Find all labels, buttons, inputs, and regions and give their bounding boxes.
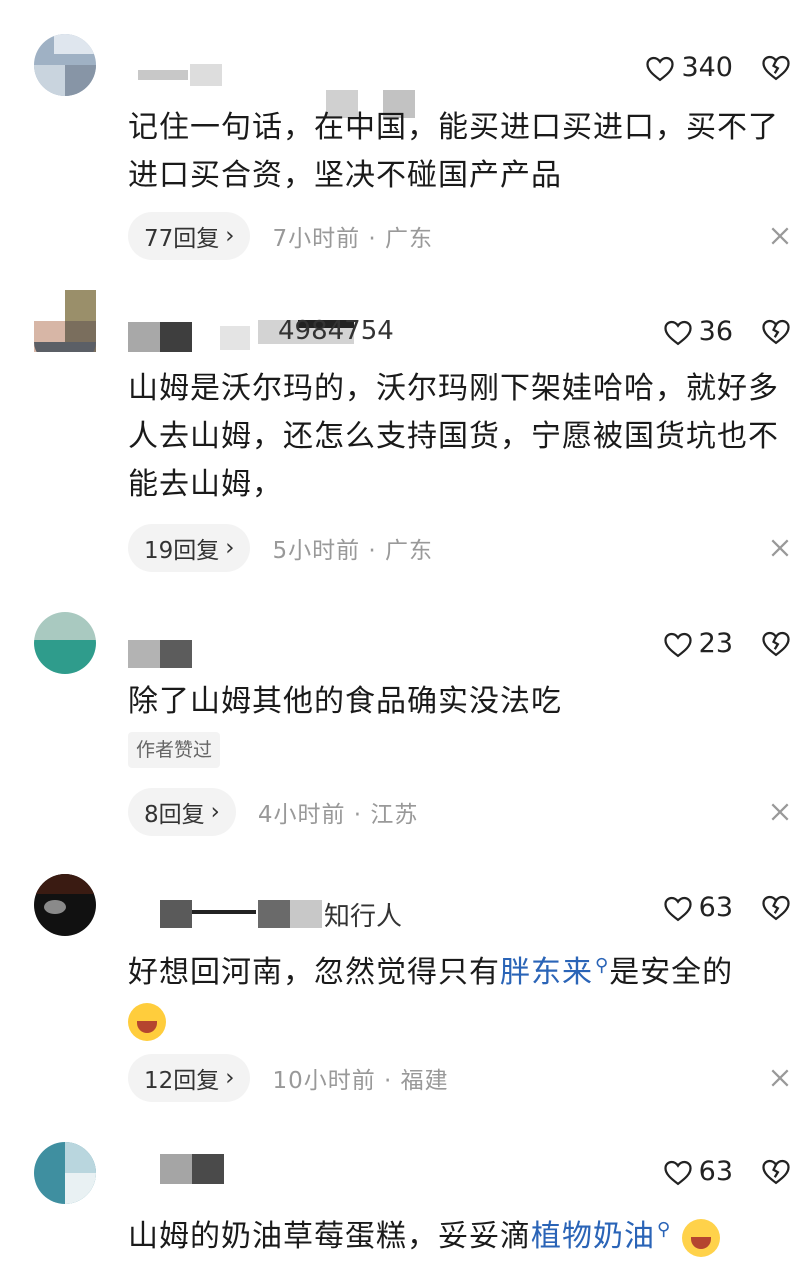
heart-outline-icon [664,896,692,921]
close-icon[interactable] [769,537,791,559]
like-button[interactable]: 36 [663,316,733,347]
like-count: 340 [681,52,733,83]
search-icon: ⚲ [595,955,610,976]
heart-outline-icon [664,320,692,345]
close-icon[interactable] [769,225,791,247]
comment-meta: 19回复 › 5小时前 · 广东 [128,524,433,572]
like-count: 63 [698,892,733,923]
avatar[interactable] [34,612,96,674]
reply-button[interactable]: 8回复 › [128,788,236,836]
broken-heart-icon[interactable] [761,316,791,346]
username[interactable]: 4984754 [128,316,398,352]
laughing-crying-emoji-icon [128,1002,166,1041]
comment-meta: 77回复 › 7小时前 · 广东 [128,212,433,260]
username-text: 4984754 [278,316,394,346]
topic-link[interactable]: 胖东来 [500,955,593,990]
reply-count: 12回复 [144,1068,220,1094]
avatar[interactable] [34,874,96,936]
time-location: 5小时前 · 广东 [272,538,434,564]
comment-text: 山姆的奶油草莓蛋糕，妥妥滴植物奶油 ⚲ [128,1206,788,1261]
like-button[interactable]: 340 [645,52,733,83]
reply-button[interactable]: 19回复 › [128,524,251,572]
comment-text-part: 好想回河南，忽然觉得只有 [128,955,500,990]
username[interactable] [128,1154,258,1190]
username[interactable] [128,60,458,118]
crying-emoji-icon [681,1218,720,1257]
chevron-right-icon: › [225,1065,235,1091]
comment-meta: 8回复 › 4小时前 · 江苏 [128,788,418,836]
heart-outline-icon [664,632,692,657]
comment-item: 23 除了山姆其他的食品确实没法吃 作者赞过 8回复 › 4小时前 · 江苏 [0,608,803,868]
search-icon: ⚲ [657,1219,672,1240]
avatar[interactable] [34,34,96,96]
chevron-right-icon: › [210,799,220,825]
reply-count: 77回复 [144,226,220,252]
close-icon[interactable] [769,1067,791,1089]
comment-item: 340 记住一句话，在中国，能买进口买进口，买不了进口买合资，坚决不碰国产产品 … [0,0,803,290]
comment-text: 山姆是沃尔玛的，沃尔玛刚下架娃哈哈，就好多人去山姆，还怎么支持国货，宁愿被国货坑… [128,371,779,502]
topic-link[interactable]: 植物奶油 [531,1219,655,1254]
comment-text-part: 山姆的奶油草莓蛋糕，妥妥滴 [128,1219,531,1254]
comment-meta: 12回复 › 10小时前 · 福建 [128,1054,449,1102]
heart-outline-icon [664,1160,692,1185]
broken-heart-icon[interactable] [761,892,791,922]
username[interactable] [128,640,288,676]
time-location: 10小时前 · 福建 [272,1068,449,1094]
comment-text: 好想回河南，忽然觉得只有胖东来 ⚲是安全的 [128,942,788,1045]
heart-outline-icon [646,56,675,81]
like-button[interactable]: 63 [663,1156,733,1187]
reply-button[interactable]: 12回复 › [128,1054,251,1102]
avatar[interactable] [34,1142,96,1204]
close-icon[interactable] [769,801,791,823]
comment-text-part: 是安全的 [609,955,734,990]
broken-heart-icon[interactable] [761,628,791,658]
like-count: 23 [698,628,733,659]
like-button[interactable]: 23 [663,628,733,659]
comment-text: 记住一句话，在中国，能买进口买进口，买不了进口买合资，坚决不碰国产产品 [128,110,779,193]
author-liked-badge: 作者赞过 [128,732,221,768]
like-count: 36 [698,316,733,347]
chevron-right-icon: › [225,535,235,561]
broken-heart-icon[interactable] [761,52,791,82]
broken-heart-icon[interactable] [761,1156,791,1186]
time-location: 7小时前 · 广东 [272,226,434,252]
reply-count: 8回复 [144,802,205,828]
chevron-right-icon: › [225,223,235,249]
comment-text: 除了山姆其他的食品确实没法吃 [128,684,562,719]
reply-button[interactable]: 77回复 › [128,212,251,260]
comment-item: 63 山姆的奶油草莓蛋糕，妥妥滴植物奶油 ⚲ [0,1134,803,1267]
like-button[interactable]: 63 [663,892,733,923]
username[interactable]: 知行人 [128,896,428,932]
reply-count: 19回复 [144,538,220,564]
comment-item: 4984754 36 山姆是沃尔玛的，沃尔玛刚下架娃哈哈，就好多人去山姆，还怎么… [0,290,803,608]
username-text: 知行人 [324,902,403,932]
comment-item: 知行人 63 好想回河南，忽然觉得只有胖东来 ⚲是安全的 12回复 › 10小时前… [0,868,803,1134]
time-location: 4小时前 · 江苏 [257,802,419,828]
like-count: 63 [698,1156,733,1187]
avatar[interactable] [34,290,96,352]
